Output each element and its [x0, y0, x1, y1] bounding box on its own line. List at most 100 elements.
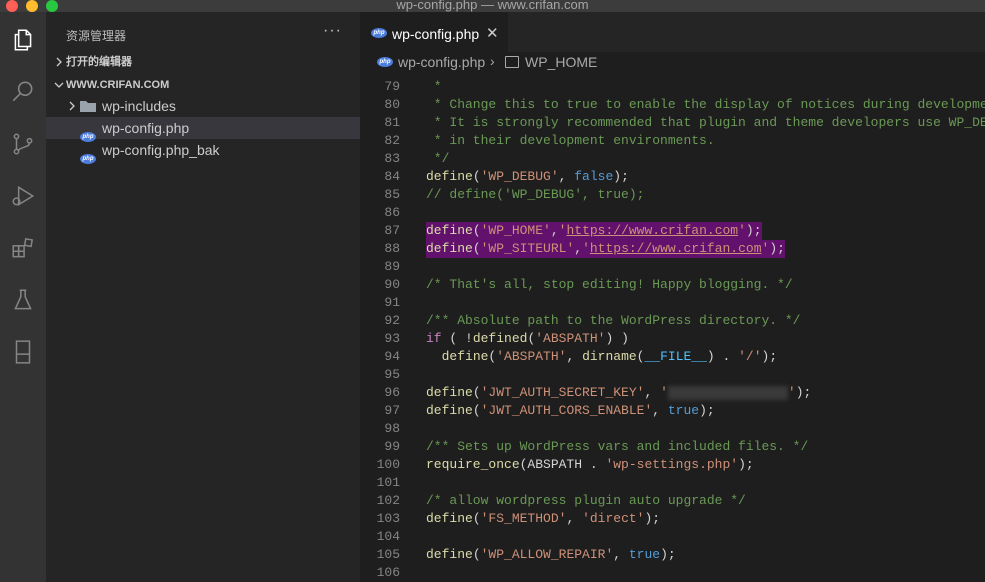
code-line[interactable]: 81 * It is strongly recommended that plu…: [360, 114, 985, 132]
code-text: */: [426, 151, 450, 166]
tree-item-wp-config[interactable]: php wp-config.php: [46, 117, 360, 142]
search-icon[interactable]: [9, 78, 37, 106]
line-number: 101: [376, 475, 400, 490]
tree-item-wp-config-bak[interactable]: php wp-config.php_bak: [46, 139, 360, 164]
code-text: define('JWT_AUTH_CORS_ENABLE', true);: [426, 403, 715, 418]
code-line[interactable]: 97 define('JWT_AUTH_CORS_ENABLE', true);: [360, 402, 985, 420]
tab-wp-config[interactable]: php wp-config.php ✕: [360, 12, 508, 52]
breadcrumb-symbol[interactable]: WP_HOME: [525, 54, 597, 70]
extensions-icon[interactable]: [9, 234, 37, 262]
code-text: define('FS_METHOD', 'direct');: [426, 511, 661, 526]
line-number: 106: [376, 565, 400, 580]
code-line[interactable]: 79 *: [360, 78, 985, 96]
code-line[interactable]: 82 * in their development environments.: [360, 132, 985, 150]
php-file-icon: php: [371, 28, 387, 38]
code-text: if ( !defined('ABSPATH') ): [426, 331, 629, 346]
line-number: 105: [376, 547, 400, 562]
line-number: 88: [384, 241, 400, 256]
breadcrumb-separator: ›: [490, 53, 495, 69]
code-line[interactable]: 103 define('FS_METHOD', 'direct');: [360, 510, 985, 528]
line-number: 87: [384, 223, 400, 238]
code-line[interactable]: 105 define('WP_ALLOW_REPAIR', true);: [360, 546, 985, 564]
code-line[interactable]: 85 // define('WP_DEBUG', true);: [360, 186, 985, 204]
redacted-secret: [667, 385, 788, 400]
run-debug-icon[interactable]: [9, 182, 37, 210]
code-line[interactable]: 99 /** Sets up WordPress vars and include…: [360, 438, 985, 456]
code-line[interactable]: 100 require_once(ABSPATH . 'wp-settings.p…: [360, 456, 985, 474]
tab-label: wp-config.php: [392, 26, 480, 42]
code-text: * Change this to true to enable the disp…: [426, 97, 985, 112]
close-tab-icon[interactable]: ✕: [486, 24, 499, 42]
tree-item-label: wp-config.php_bak: [102, 142, 220, 158]
line-number: 92: [384, 313, 400, 328]
tree-item-label: wp-config.php: [102, 120, 190, 136]
line-number: 79: [384, 79, 400, 94]
code-line[interactable]: 80 * Change this to true to enable the d…: [360, 96, 985, 114]
open-editors-section[interactable]: 打开的编辑器: [46, 51, 360, 73]
folder-label: WWW.CRIFAN.COM: [66, 79, 170, 91]
symbol-constant-icon: [505, 56, 519, 68]
window-title: wp-config.php — www.crifan.com: [396, 0, 589, 12]
code-line[interactable]: 98: [360, 420, 985, 438]
line-number: 100: [376, 457, 400, 472]
code-line[interactable]: 86: [360, 204, 985, 222]
code-line[interactable]: 93 if ( !defined('ABSPATH') ): [360, 330, 985, 348]
breadcrumb-file[interactable]: wp-config.php: [398, 54, 485, 70]
line-number: 81: [384, 115, 400, 130]
code-line[interactable]: 91: [360, 294, 985, 312]
code-text: define('ABSPATH', dirname(__FILE__) . '/…: [441, 349, 778, 364]
code-line[interactable]: 87 define('WP_HOME','https://www.crifan.c…: [360, 222, 985, 240]
code-text: require_once(ABSPATH . 'wp-settings.php'…: [426, 457, 754, 472]
explorer-title: 资源管理器: [66, 29, 127, 43]
php-file-icon: php: [80, 122, 96, 142]
code-line[interactable]: 102 /* allow wordpress plugin auto upgrad…: [360, 492, 985, 510]
code-text: define('WP_HOME','https://www.crifan.com…: [426, 222, 762, 240]
code-editor[interactable]: 79 * 80 * Change this to true to enable t…: [360, 72, 985, 582]
line-number: 84: [384, 169, 400, 184]
line-number: 80: [384, 97, 400, 112]
php-file-icon: php: [80, 144, 96, 164]
tab-bar: php wp-config.php ✕: [360, 12, 985, 52]
code-text: * in their development environments.: [426, 133, 715, 148]
line-number: 97: [384, 403, 400, 418]
folder-section[interactable]: WWW.CRIFAN.COM: [46, 74, 360, 96]
explorer-sidebar: 资源管理器 ··· 打开的编辑器 WWW.CRIFAN.COM wp-inclu…: [46, 12, 360, 582]
code-line[interactable]: 104: [360, 528, 985, 546]
code-line[interactable]: 94 define('ABSPATH', dirname(__FILE__) .…: [360, 348, 985, 366]
line-number: 83: [384, 151, 400, 166]
code-line[interactable]: 84 define('WP_DEBUG', false);: [360, 168, 985, 186]
line-number: 93: [384, 331, 400, 346]
line-number: 91: [384, 295, 400, 310]
line-number: 99: [384, 439, 400, 454]
testing-icon[interactable]: [9, 286, 37, 314]
code-line[interactable]: 95: [360, 366, 985, 384]
code-line[interactable]: 88 define('WP_SITEURL','https://www.crifa…: [360, 240, 985, 258]
files-icon[interactable]: [9, 26, 37, 54]
code-line[interactable]: 106: [360, 564, 985, 582]
code-line[interactable]: 96 define('JWT_AUTH_SECRET_KEY', ' ');: [360, 384, 985, 402]
code-text: /** Absolute path to the WordPress direc…: [426, 313, 801, 328]
line-number: 85: [384, 187, 400, 202]
code-line[interactable]: 92 /** Absolute path to the WordPress dir…: [360, 312, 985, 330]
line-number: 103: [376, 511, 400, 526]
line-number: 96: [384, 385, 400, 400]
activity-bar: [0, 12, 46, 582]
line-number: 95: [384, 367, 400, 382]
source-control-icon[interactable]: [9, 130, 37, 158]
tree-item-wp-includes[interactable]: wp-includes: [46, 95, 360, 117]
tree-item-label: wp-includes: [102, 98, 176, 114]
code-line[interactable]: 101: [360, 474, 985, 492]
code-text: define('WP_SITEURL','https://www.crifan.…: [426, 240, 785, 258]
code-text: define('JWT_AUTH_SECRET_KEY', ' ');: [426, 385, 812, 400]
folder-icon: [80, 101, 96, 112]
code-line[interactable]: 83 */: [360, 150, 985, 168]
remote-explorer-icon[interactable]: [9, 338, 37, 366]
code-text: /** Sets up WordPress vars and included …: [426, 439, 809, 454]
code-text: /* That's all, stop editing! Happy blogg…: [426, 277, 793, 292]
line-number: 102: [376, 493, 400, 508]
code-line[interactable]: 89: [360, 258, 985, 276]
more-actions-button[interactable]: ···: [323, 22, 342, 40]
chevron-down-icon: [54, 82, 64, 88]
line-number: 89: [384, 259, 400, 274]
code-line[interactable]: 90 /* That's all, stop editing! Happy blo…: [360, 276, 985, 294]
